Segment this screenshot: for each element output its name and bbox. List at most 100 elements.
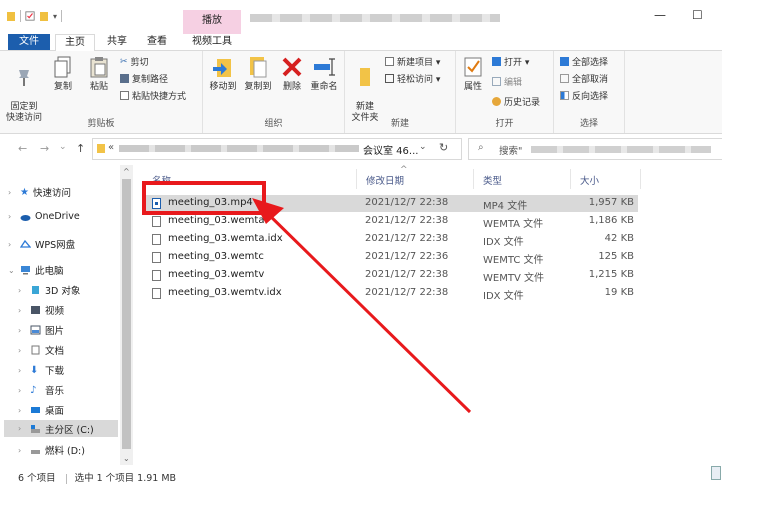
- invert-selection-button[interactable]: 反向选择: [560, 89, 608, 102]
- nav-videos[interactable]: › 视频: [18, 303, 64, 318]
- nav-item-label: 文档: [45, 346, 65, 357]
- address-bar[interactable]: « 会议室 46... ⌄ ↻: [92, 138, 462, 160]
- nav-drive-c[interactable]: › 主分区 (C:): [4, 420, 118, 437]
- select-none-icon: [560, 74, 569, 83]
- properties-check-icon[interactable]: [25, 10, 35, 22]
- new-item-button[interactable]: 新建项目 ▾: [385, 55, 440, 68]
- scroll-down-icon[interactable]: ⌄: [123, 454, 130, 463]
- tab-share[interactable]: 共享: [101, 34, 133, 50]
- forward-button[interactable]: →: [40, 142, 49, 155]
- recent-locations-button[interactable]: ⌄: [59, 142, 67, 152]
- column-divider[interactable]: [356, 169, 357, 189]
- copy-to-button[interactable]: 复制到: [241, 55, 275, 93]
- new-folder-qat-icon[interactable]: [39, 10, 49, 22]
- edit-button[interactable]: 编辑: [492, 75, 522, 88]
- properties-button[interactable]: 属性: [458, 55, 488, 93]
- nav-this-pc[interactable]: ⌄ 此电脑: [8, 263, 64, 278]
- paste-shortcut-button[interactable]: 粘贴快捷方式: [120, 89, 186, 102]
- column-header-size[interactable]: 大小: [580, 173, 599, 187]
- column-header-type[interactable]: 类型: [483, 173, 502, 187]
- download-folder-icon: ⬇: [30, 364, 39, 376]
- file-name[interactable]: meeting_03.wemtv: [168, 269, 264, 280]
- scroll-up-icon[interactable]: ^: [123, 167, 130, 176]
- column-divider[interactable]: [473, 169, 474, 189]
- nav-3d-objects[interactable]: › 3D 对象: [18, 283, 80, 298]
- move-to-button[interactable]: 移动到: [206, 55, 240, 93]
- history-button[interactable]: 历史记录: [492, 95, 540, 108]
- pin-quick-access-button[interactable]: 固定到 快速访问: [6, 55, 42, 124]
- file-type: IDX 文件: [483, 237, 524, 248]
- address-current-folder[interactable]: 会议室 46...: [363, 142, 418, 157]
- table-row[interactable]: meeting_03.mp4 2021/12/7 22:38 MP4 文件 1,…: [146, 195, 638, 212]
- expand-arrow-icon[interactable]: ›: [8, 212, 16, 221]
- address-dropdown-icon[interactable]: ⌄: [419, 142, 427, 152]
- expand-arrow-icon[interactable]: ›: [18, 306, 26, 315]
- nav-downloads[interactable]: › ⬇ 下载: [18, 363, 64, 378]
- up-button[interactable]: ↑: [76, 142, 85, 155]
- column-divider[interactable]: [570, 169, 571, 189]
- nav-onedrive[interactable]: › OneDrive: [8, 211, 80, 222]
- file-name[interactable]: meeting_03.mp4: [168, 197, 253, 208]
- search-box[interactable]: ⌕ 搜索": [468, 138, 722, 160]
- nav-documents[interactable]: › 文档: [18, 343, 64, 357]
- nav-music[interactable]: › ♪ 音乐: [18, 383, 64, 398]
- file-date: 2021/12/7 22:38: [365, 197, 449, 208]
- new-folder-button[interactable]: 新建 文件夹: [349, 55, 381, 124]
- expand-arrow-icon[interactable]: ›: [18, 406, 26, 415]
- expand-arrow-icon[interactable]: ›: [8, 188, 16, 197]
- file-name[interactable]: meeting_03.wemta.idx: [168, 233, 283, 244]
- expand-arrow-icon[interactable]: ›: [18, 286, 26, 295]
- expand-arrow-icon[interactable]: ›: [18, 326, 26, 335]
- search-placeholder: 搜索": [499, 146, 523, 157]
- nav-drive-d[interactable]: › 燃料 (D:): [18, 443, 85, 458]
- file-name[interactable]: meeting_03.wemtv.idx: [168, 287, 282, 298]
- paste-button[interactable]: 粘贴: [86, 55, 112, 93]
- cut-button[interactable]: ✂ 剪切: [120, 55, 149, 69]
- file-name[interactable]: meeting_03.wemta: [168, 215, 264, 226]
- copy-path-button[interactable]: 复制路径: [120, 72, 168, 85]
- collapse-arrow-icon[interactable]: ⌄: [8, 266, 16, 275]
- column-header-modified[interactable]: 修改日期: [366, 173, 404, 187]
- table-row[interactable]: meeting_03.wemta 2021/12/7 22:38 WEMTA 文…: [146, 213, 638, 230]
- scrollbar-thumb[interactable]: [122, 179, 131, 449]
- breadcrumb-overflow[interactable]: «: [108, 142, 114, 153]
- nav-wps-cloud[interactable]: › WPS网盘: [8, 237, 75, 252]
- column-divider[interactable]: [640, 169, 641, 189]
- expand-arrow-icon[interactable]: ›: [18, 424, 26, 433]
- table-row[interactable]: meeting_03.wemtv 2021/12/7 22:38 WEMTV 文…: [146, 267, 638, 284]
- tab-video-tools[interactable]: 视频工具: [183, 34, 241, 50]
- tab-file[interactable]: 文件: [8, 34, 50, 50]
- expand-arrow-icon[interactable]: ›: [18, 366, 26, 375]
- paste-icon: [90, 57, 108, 78]
- table-row[interactable]: meeting_03.wemtc 2021/12/7 22:36 WEMTC 文…: [146, 249, 638, 266]
- details-view-icon[interactable]: [711, 466, 721, 480]
- table-row[interactable]: meeting_03.wemta.idx 2021/12/7 22:38 IDX…: [146, 231, 638, 248]
- rename-button[interactable]: 重命名: [307, 55, 341, 93]
- tab-play-context[interactable]: 播放: [183, 10, 241, 34]
- open-button[interactable]: 打开 ▾: [492, 55, 529, 68]
- maximize-button[interactable]: ☐: [692, 8, 703, 22]
- copy-button[interactable]: 复制: [50, 55, 76, 93]
- column-header-name[interactable]: 名称: [152, 173, 171, 187]
- nav-quick-access[interactable]: › ★ 快速访问: [8, 185, 71, 200]
- expand-arrow-icon[interactable]: ›: [18, 386, 26, 395]
- copy-path-icon: [120, 74, 129, 83]
- expand-arrow-icon[interactable]: ›: [18, 346, 26, 355]
- minimize-button[interactable]: —: [654, 8, 666, 22]
- refresh-icon[interactable]: ↻: [439, 141, 448, 154]
- back-button[interactable]: ←: [18, 142, 27, 155]
- qat-dropdown-icon[interactable]: ▾: [53, 12, 57, 21]
- expand-arrow-icon[interactable]: ›: [8, 240, 16, 249]
- expand-arrow-icon[interactable]: ›: [18, 446, 26, 455]
- nav-pane-scrollbar[interactable]: ^ ⌄: [120, 165, 133, 465]
- tab-home[interactable]: 主页: [55, 34, 95, 52]
- file-name[interactable]: meeting_03.wemtc: [168, 251, 264, 262]
- tab-view[interactable]: 查看: [141, 34, 173, 50]
- table-row[interactable]: meeting_03.wemtv.idx 2021/12/7 22:38 IDX…: [146, 285, 638, 302]
- nav-desktop[interactable]: › 桌面: [18, 403, 64, 418]
- nav-pictures[interactable]: › 图片: [18, 323, 64, 337]
- select-none-button[interactable]: 全部取消: [560, 72, 608, 85]
- delete-button[interactable]: 删除: [279, 55, 305, 93]
- select-all-button[interactable]: 全部选择: [560, 55, 608, 68]
- easy-access-button[interactable]: 轻松访问 ▾: [385, 72, 440, 85]
